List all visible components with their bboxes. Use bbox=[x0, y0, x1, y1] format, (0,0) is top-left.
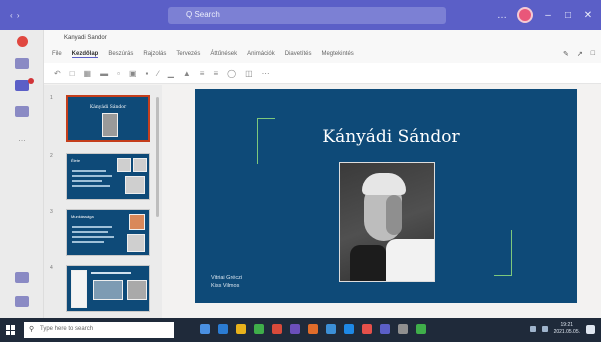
search-placeholder: Q Search bbox=[186, 10, 220, 19]
more-tools-icon[interactable]: ⋯ bbox=[262, 69, 270, 78]
taskbar-app-icon-6[interactable] bbox=[290, 324, 300, 334]
left-rail: … bbox=[0, 30, 44, 318]
avatar[interactable] bbox=[517, 7, 533, 23]
taskbar-app-icon-10[interactable] bbox=[362, 324, 372, 334]
more-options-button[interactable]: … bbox=[497, 10, 507, 21]
bold-icon[interactable]: ▪ bbox=[146, 69, 149, 78]
taskbar-app-icon-9[interactable] bbox=[344, 324, 354, 334]
minimize-button[interactable]: – bbox=[543, 10, 553, 21]
panel-scrollbar[interactable] bbox=[156, 97, 159, 217]
taskbar-app-icon-1[interactable] bbox=[200, 324, 210, 334]
menu-home[interactable]: Kezdőlap bbox=[71, 51, 99, 58]
slide-canvas: Kányádi Sándor Vitriai Gréczi Kiss Vilmo… bbox=[162, 85, 601, 318]
underline-icon[interactable]: ▁ bbox=[168, 69, 174, 78]
menu-draw[interactable]: Rajzolás bbox=[143, 51, 166, 58]
menu-slideshow[interactable]: Diavetítés bbox=[285, 51, 312, 58]
rail-help[interactable] bbox=[6, 296, 38, 307]
new-slide-icon[interactable]: □ bbox=[70, 69, 75, 78]
file-name: Kanyadi Sandor bbox=[64, 35, 107, 41]
close-button[interactable]: ✕ bbox=[583, 10, 593, 21]
taskbar-search-placeholder: Type here to search bbox=[40, 326, 94, 332]
search-input[interactable]: Q Search bbox=[168, 7, 446, 24]
taskbar-app-icon-13[interactable] bbox=[416, 324, 426, 334]
taskbar-app-icon-8[interactable] bbox=[326, 324, 336, 334]
search-icon: ⚲ bbox=[29, 326, 35, 333]
taskbar-app-icon-3[interactable] bbox=[236, 324, 246, 334]
decorative-bracket-top-left bbox=[257, 118, 275, 164]
notification-dot bbox=[28, 78, 34, 84]
share-icon[interactable]: ↗ bbox=[577, 50, 583, 58]
shapes-icon[interactable]: ◯ bbox=[227, 69, 236, 78]
rail-chat[interactable] bbox=[6, 58, 38, 69]
help-icon bbox=[15, 296, 29, 307]
more-icon: … bbox=[18, 134, 26, 143]
maximize-button[interactable]: □ bbox=[563, 10, 573, 21]
align-icon[interactable]: ≡ bbox=[213, 69, 218, 78]
current-slide[interactable]: Kányádi Sándor Vitriai Gréczi Kiss Vilmo… bbox=[195, 89, 577, 303]
history-arrows-icon[interactable]: ‹ › bbox=[10, 11, 21, 20]
title-bar: ‹ › Q Search … – □ ✕ bbox=[0, 0, 601, 30]
taskbar-app-icon-2[interactable] bbox=[218, 324, 228, 334]
volume-icon[interactable] bbox=[541, 326, 548, 332]
chat-icon bbox=[15, 58, 29, 69]
taskbar-app-icon-11[interactable] bbox=[380, 324, 390, 334]
teams-icon bbox=[15, 80, 29, 91]
author-line-1: Vitriai Gréczi bbox=[211, 275, 243, 281]
menu-view[interactable]: Megtekintés bbox=[321, 51, 353, 58]
slide-title[interactable]: Kányádi Sándor bbox=[291, 127, 491, 147]
thumb-photo bbox=[102, 113, 118, 137]
rail-activity[interactable] bbox=[6, 36, 38, 49]
portrait-photo[interactable] bbox=[339, 162, 435, 282]
taskbar-app-icon-7[interactable] bbox=[308, 324, 318, 334]
file-header: Kanyadi Sandor bbox=[44, 30, 601, 48]
menu-animations[interactable]: Animációk bbox=[247, 51, 275, 58]
image-icon[interactable]: ▣ bbox=[129, 69, 137, 78]
menu-design[interactable]: Tervezés bbox=[176, 51, 200, 58]
system-tray: 19:21 2021.05.05. bbox=[529, 322, 595, 336]
app-window: ‹ › Q Search … – □ ✕ … Kanyadi Sandor Fi… bbox=[0, 0, 601, 342]
apps-icon bbox=[15, 272, 29, 283]
assignments-icon bbox=[15, 106, 29, 117]
slide-authors[interactable]: Vitriai Gréczi Kiss Vilmos bbox=[211, 274, 242, 290]
notification-icon[interactable] bbox=[586, 324, 595, 334]
ribbon-toolbar: ↶ □ ▦ ▬ ▫ ▣ ▪ ∕ ▁ ▲ ≡ ≡ ◯ ◫ ⋯ bbox=[44, 63, 601, 84]
windows-taskbar: ⚲ Type here to search 19:21 2021.05.05. bbox=[0, 318, 601, 342]
menu-file[interactable]: File bbox=[52, 51, 62, 58]
decorative-bracket-bottom-right bbox=[494, 230, 512, 276]
font-size-icon[interactable]: ▫ bbox=[117, 69, 120, 78]
taskbar-search-input[interactable]: ⚲ Type here to search bbox=[24, 322, 174, 338]
slide-panel: 1 Kányádi Sándor 2 Élete 3 Munkássága 4 bbox=[44, 85, 162, 318]
rail-more[interactable]: … bbox=[6, 134, 38, 143]
rail-teams[interactable] bbox=[6, 78, 38, 91]
taskbar-apps bbox=[200, 324, 426, 334]
undo-icon[interactable]: ↶ bbox=[54, 69, 61, 78]
menu-bar: File Kezdőlap Beszúrás Rajzolás Tervezés… bbox=[44, 48, 601, 63]
menu-transitions[interactable]: Áttűnések bbox=[210, 51, 237, 58]
font-box-icon[interactable]: ▬ bbox=[100, 69, 108, 78]
bullets-icon[interactable]: ≡ bbox=[200, 69, 205, 78]
taskbar-app-icon-12[interactable] bbox=[398, 324, 408, 334]
taskbar-app-icon-4[interactable] bbox=[254, 324, 264, 334]
menu-insert[interactable]: Beszúrás bbox=[108, 51, 133, 58]
layout-icon[interactable]: ▦ bbox=[84, 69, 92, 78]
italic-icon[interactable]: ∕ bbox=[157, 69, 158, 78]
rail-apps[interactable] bbox=[6, 272, 38, 283]
pen-icon[interactable]: ✎ bbox=[563, 50, 569, 58]
author-line-2: Kiss Vilmos bbox=[211, 283, 240, 289]
bell-icon bbox=[16, 36, 28, 47]
arrange-icon[interactable]: ◫ bbox=[245, 69, 253, 78]
clock[interactable]: 19:21 2021.05.05. bbox=[554, 322, 580, 336]
windows-start-icon[interactable] bbox=[6, 325, 16, 335]
rail-assignments[interactable] bbox=[6, 106, 38, 117]
network-icon[interactable] bbox=[529, 326, 536, 332]
font-color-icon[interactable]: ▲ bbox=[183, 69, 191, 78]
comment-icon[interactable]: □ bbox=[591, 50, 595, 58]
taskbar-app-icon-5[interactable] bbox=[272, 324, 282, 334]
